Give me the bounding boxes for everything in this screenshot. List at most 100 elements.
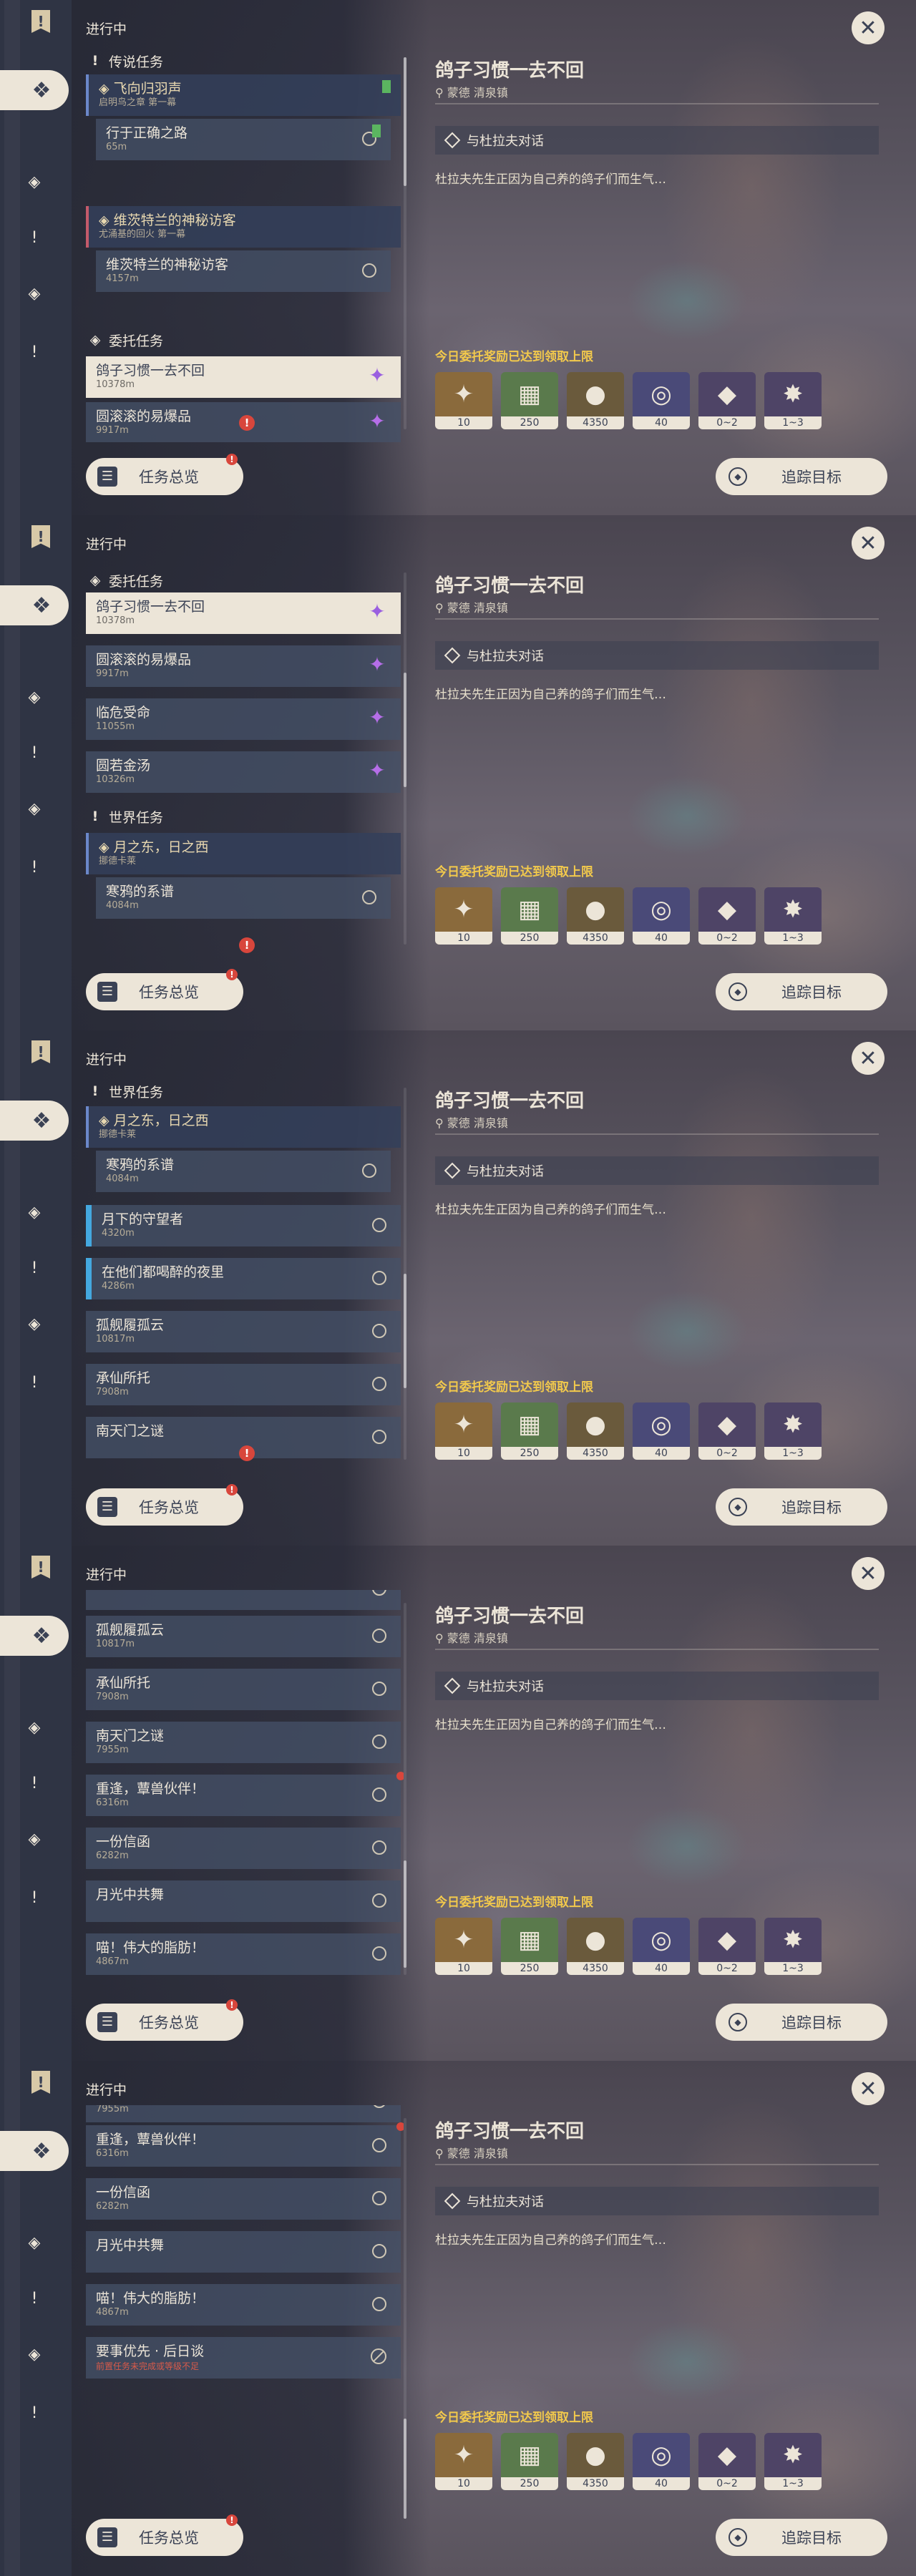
quest-item[interactable]: ◈ 飞向归羽声 启明鸟之章 第一幕 [86, 74, 401, 116]
commission-icon[interactable]: ◈ [21, 1826, 47, 1852]
crystal-reward[interactable]: ✸ 1~3 [764, 1918, 822, 1975]
quest-item[interactable]: 圆若金汤 10326m ✦ [86, 751, 401, 793]
story-quests-icon[interactable]: ! [21, 1770, 47, 1796]
world-quests-icon[interactable]: ! [21, 854, 47, 880]
adventure-exp-reward[interactable]: ▦ 250 [501, 1918, 558, 1975]
track-pin-icon[interactable] [362, 890, 376, 904]
track-pin-icon[interactable] [372, 1682, 386, 1696]
quest-overview-button[interactable]: ☰ 任务总览! [86, 1999, 243, 2041]
quest-item[interactable]: ◈ 月之东，日之西 挪德卡莱 [86, 833, 401, 874]
track-pin-icon[interactable] [372, 1377, 386, 1391]
close-icon[interactable]: ✕ [852, 1042, 885, 1075]
quest-item[interactable]: 寒鸦的系谱 4084m [96, 1151, 391, 1192]
commission-icon[interactable]: ◈ [21, 796, 47, 821]
track-pin-icon[interactable] [372, 1946, 386, 1961]
all-quests-icon[interactable]: ❖ [0, 1616, 69, 1656]
quest-item[interactable]: 喵！伟大的脂肪！ 4867m [86, 1933, 401, 1975]
world-quests-icon[interactable]: ! [21, 2400, 47, 2426]
quest-overview-button[interactable]: ☰ 任务总览! [86, 969, 243, 1010]
quest-item[interactable]: 月光中共舞 [86, 1880, 401, 1922]
mora-reward[interactable]: ● 4350 [567, 1402, 624, 1460]
close-icon[interactable]: ✕ [852, 11, 885, 44]
track-pin-icon[interactable] [362, 263, 376, 278]
quest-item[interactable]: 南天门之谜7955m [86, 2105, 401, 2122]
quest-item[interactable]: 寒鸦的系谱 4084m [96, 877, 391, 919]
quest-overview-button[interactable]: ☰ 任务总览! [86, 454, 243, 495]
quest-item[interactable]: 维茨特兰的神秘访客 4157m [96, 250, 391, 292]
adventure-exp-reward[interactable]: ▦ 250 [501, 2433, 558, 2490]
quest-list[interactable]: 4286m 孤舰履孤云10817m 承仙所托7908m 南天门之谜7955m 重逢，蕈兽… [86, 1590, 404, 1988]
world-quests-icon[interactable]: ! [21, 1885, 47, 1911]
quest-list[interactable]: ! 传说任务 ◈ 飞向归羽声 启明鸟之章 第一幕 行于正确之路 65m ◈ 维茨特兰的神秘访… [86, 44, 404, 442]
track-target-button[interactable]: ◆ 追踪目标 [716, 973, 887, 1010]
quest-item[interactable]: ◈ 月之东，日之西 挪德卡莱 [86, 1106, 401, 1148]
track-pin-icon[interactable] [372, 1840, 386, 1855]
track-target-button[interactable]: ◆ 追踪目标 [716, 1488, 887, 1526]
companionship-exp-reward[interactable]: ◎ 40 [633, 1402, 690, 1460]
quest-item[interactable]: 孤舰履孤云 10817m [86, 1616, 401, 1657]
mora-reward[interactable]: ● 4350 [567, 372, 624, 429]
archon-quests-icon[interactable]: ◈ [21, 2230, 47, 2255]
quest-item[interactable]: 鸽子习惯一去不回 10378m ✦ [86, 592, 401, 634]
list-scrollbar[interactable] [404, 2118, 406, 2519]
track-target-button[interactable]: ◆ 追踪目标 [716, 2519, 887, 2556]
track-target-button[interactable]: ◆ 追踪目标 [716, 2004, 887, 2041]
quest-item[interactable]: 孤舰履孤云 10817m [86, 1311, 401, 1352]
ore-reward[interactable]: ◆ 0~2 [698, 2433, 756, 2490]
crystal-reward[interactable]: ✸ 1~3 [764, 372, 822, 429]
all-quests-icon[interactable]: ❖ [0, 70, 69, 110]
quest-list[interactable]: 南天门之谜7955m重逢，蕈兽伙伴！6316m一份信函6282m月光中共舞喵！伟… [86, 2105, 404, 2503]
primogem-reward[interactable]: ✦ 10 [435, 372, 492, 429]
quest-overview-button[interactable]: ☰ 任务总览! [86, 2514, 243, 2556]
quest-list[interactable]: ! 世界任务 ◈ 月之东，日之西 挪德卡莱 寒鸦的系谱 4084m 月下的守望者 4320m 在… [86, 1075, 404, 1473]
scrollbar-thumb[interactable] [404, 1860, 406, 1968]
all-quests-icon[interactable]: ❖ [0, 1101, 69, 1141]
close-icon[interactable]: ✕ [852, 527, 885, 560]
mora-reward[interactable]: ● 4350 [567, 887, 624, 945]
track-pin-icon[interactable] [372, 2244, 386, 2258]
quest-item[interactable]: 南天门之谜7955m [86, 1722, 401, 1763]
track-pin-icon[interactable] [372, 1629, 386, 1643]
quest-item[interactable]: 承仙所托 7908m [86, 1669, 401, 1710]
track-pin-icon[interactable] [372, 2191, 386, 2205]
track-pin-icon[interactable] [372, 2138, 386, 2152]
commission-icon[interactable]: ◈ [21, 2341, 47, 2367]
quest-item[interactable]: 承仙所托 7908m [86, 1364, 401, 1405]
story-quests-icon[interactable]: ! [21, 2285, 47, 2311]
adventure-exp-reward[interactable]: ▦ 250 [501, 372, 558, 429]
quest-item[interactable]: ◈ 维茨特兰的神秘访客 尤涌基的回火 第一幕 [86, 206, 401, 248]
archon-quests-icon[interactable]: ◈ [21, 169, 47, 195]
track-pin-icon[interactable] [372, 1735, 386, 1749]
adventure-exp-reward[interactable]: ▦ 250 [501, 1402, 558, 1460]
close-icon[interactable]: ✕ [852, 1557, 885, 1590]
quest-item[interactable]: 要事优先 · 后日谈 前置任务未完成或等级不足 [86, 2337, 401, 2379]
mora-reward[interactable]: ● 4350 [567, 1918, 624, 1975]
quest-item[interactable]: 鸽子习惯一去不回 10378m ✦ [86, 356, 401, 398]
quest-item[interactable]: 一份信函 6282m [86, 1828, 401, 1869]
crystal-reward[interactable]: ✸ 1~3 [764, 2433, 822, 2490]
companionship-exp-reward[interactable]: ◎ 40 [633, 887, 690, 945]
quest-item[interactable]: 4286m [86, 1590, 401, 1610]
ore-reward[interactable]: ◆ 0~2 [698, 372, 756, 429]
quest-item[interactable]: 重逢，蕈兽伙伴！ 6316m [86, 1772, 404, 1816]
scrollbar-thumb[interactable] [404, 2419, 406, 2519]
quest-overview-button[interactable]: ☰ 任务总览! [86, 1484, 243, 1526]
primogem-reward[interactable]: ✦ 10 [435, 1918, 492, 1975]
all-quests-icon[interactable]: ❖ [0, 2131, 69, 2171]
track-pin-icon[interactable] [362, 1163, 376, 1178]
primogem-reward[interactable]: ✦ 10 [435, 2433, 492, 2490]
track-pin-icon[interactable] [372, 1787, 386, 1802]
list-scrollbar[interactable] [404, 572, 406, 945]
companionship-exp-reward[interactable]: ◎ 40 [633, 372, 690, 429]
quest-list[interactable]: ◈ 委托任务 鸽子习惯一去不回 10378m ✦ 圆滚滚的易爆品 9917m ✦ 临危受命 110… [86, 560, 404, 957]
commission-icon[interactable]: ◈ [21, 280, 47, 306]
archon-quests-icon[interactable]: ◈ [21, 684, 47, 710]
list-scrollbar[interactable] [404, 57, 406, 429]
track-pin-icon[interactable] [372, 1271, 386, 1285]
world-quests-icon[interactable]: ! [21, 1370, 47, 1395]
story-quests-icon[interactable]: ! [21, 1255, 47, 1281]
archon-quests-icon[interactable]: ◈ [21, 1199, 47, 1225]
track-pin-icon[interactable] [372, 1324, 386, 1338]
companionship-exp-reward[interactable]: ◎ 40 [633, 2433, 690, 2490]
primogem-reward[interactable]: ✦ 10 [435, 887, 492, 945]
